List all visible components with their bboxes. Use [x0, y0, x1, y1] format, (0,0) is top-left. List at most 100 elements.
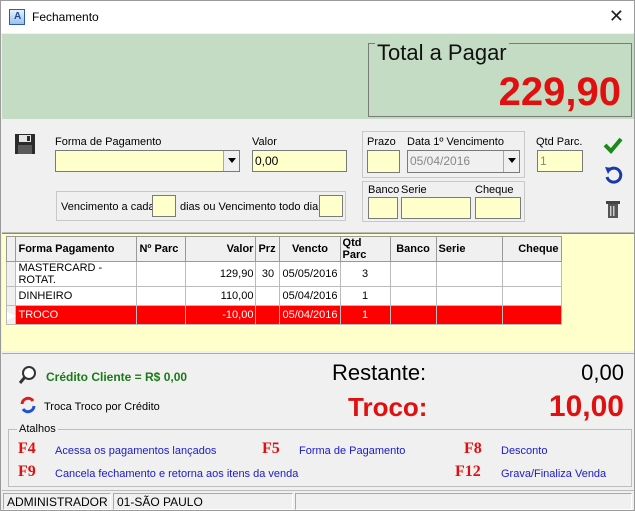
banco-label: Banco [368, 184, 400, 196]
cell-serie [435, 286, 503, 306]
cell-banco [389, 305, 437, 325]
undo-icon[interactable] [603, 165, 623, 185]
shortcut-key-f12: F12 [455, 463, 481, 480]
valor-label: Valor [252, 136, 277, 148]
check-icon[interactable] [603, 136, 623, 154]
chevron-down-icon[interactable] [223, 151, 239, 171]
shortcut-key-f8: F8 [464, 440, 482, 457]
status-bar: ADMINISTRADOR 01-SÃO PAULO [2, 490, 634, 510]
payments-table: Forma Pagamento Nº Parc Valor Prz Vencto… [5, 236, 562, 325]
shortcut-desc-f4[interactable]: Acessa os pagamentos lançados [55, 445, 216, 457]
forma-pagamento-select[interactable] [55, 150, 240, 172]
data-label: Data 1º Vencimento [407, 136, 504, 148]
cell-vencto: 05/04/2016 [279, 286, 341, 306]
cheque-label: Cheque [475, 184, 514, 196]
credito-cliente-link[interactable]: Crédito Cliente = R$ 0,00 [46, 370, 187, 384]
status-empty [295, 493, 632, 510]
chevron-down-icon [503, 151, 519, 172]
cell-forma: TROCO [15, 305, 138, 325]
valor-input[interactable]: 0,00 [252, 150, 347, 172]
shortcut-desc-f8[interactable]: Desconto [501, 445, 547, 457]
cell-vencto: 05/05/2016 [279, 261, 341, 287]
total-panel: Total a Pagar 229,90 [2, 34, 634, 119]
cheque-input[interactable] [475, 197, 521, 219]
shortcut-key-f5: F5 [262, 440, 280, 457]
cell-valor: -10,00 [185, 305, 257, 325]
cell-prz: 30 [255, 261, 281, 287]
vencimento-frame: Vencimento a cada dias ou Vencimento tod… [56, 191, 346, 221]
total-value: 229,90 [498, 70, 621, 114]
shortcut-desc-f12[interactable]: Grava/Finaliza Venda [501, 468, 606, 480]
troco-value: 10,00 [548, 390, 624, 423]
atalhos-group: Atalhos F4 Acessa os pagamentos lançados… [8, 423, 632, 487]
col-banco[interactable]: Banco [389, 236, 437, 262]
col-serie[interactable]: Serie [435, 236, 503, 262]
serie-input[interactable] [401, 197, 471, 219]
shortcut-desc-f9[interactable]: Cancela fechamento e retorna aos itens d… [55, 468, 298, 480]
cell-nparc [136, 286, 187, 306]
cell-serie [435, 305, 503, 325]
qtd-parc-input: 1 [537, 150, 583, 172]
cell-forma: MASTERCARD - ROTAT. [15, 261, 138, 287]
cell-cheque [501, 286, 562, 306]
window-title: Fechamento [32, 10, 99, 24]
vencimento-dia-input[interactable] [319, 195, 343, 217]
window: Fechamento ✕ Total a Pagar 229,90 Forma … [0, 0, 635, 511]
col-prz[interactable]: Prz [255, 236, 281, 262]
status-store: 01-SÃO PAULO [113, 493, 293, 510]
data-vencimento-input: 05/04/2016 [407, 150, 520, 173]
title-bar: Fechamento ✕ [1, 1, 634, 33]
app-icon [9, 9, 25, 25]
cell-cheque [501, 305, 562, 325]
vencimento-cada-input[interactable] [152, 195, 176, 217]
col-cheque[interactable]: Cheque [501, 236, 562, 262]
cell-nparc [136, 261, 187, 287]
atalhos-title: Atalhos [17, 423, 58, 435]
prazo-input[interactable] [367, 150, 400, 173]
table-row-selected[interactable]: ▶ TROCO -10,00 05/04/2016 1 [5, 305, 562, 325]
trash-icon[interactable] [605, 199, 621, 219]
col-forma[interactable]: Forma Pagamento [15, 236, 138, 262]
col-nparc[interactable]: Nº Parc [136, 236, 187, 262]
close-icon[interactable]: ✕ [609, 6, 624, 26]
col-vencto[interactable]: Vencto [279, 236, 341, 262]
cell-cheque [501, 261, 562, 287]
search-user-icon[interactable] [18, 365, 38, 385]
row-pointer-icon: ▶ [5, 305, 17, 325]
payments-grid[interactable]: Forma Pagamento Nº Parc Valor Prz Vencto… [2, 233, 634, 351]
col-qtdparc[interactable]: Qtd Parc [339, 236, 391, 262]
status-user: ADMINISTRADOR [3, 493, 111, 510]
prazo-label: Prazo [367, 136, 396, 148]
table-row[interactable]: MASTERCARD - ROTAT. 129,90 30 05/05/2016… [5, 261, 562, 287]
cell-qtdparc: 1 [339, 305, 391, 325]
restante-label: Restante: [332, 360, 427, 385]
cell-prz [255, 286, 281, 306]
cell-banco [389, 286, 437, 306]
banco-input[interactable] [368, 197, 398, 219]
shortcut-key-f4: F4 [18, 440, 36, 457]
total-label: Total a Pagar [375, 40, 509, 66]
cell-vencto: 05/04/2016 [279, 305, 341, 325]
troca-troco-link[interactable]: Troca Troco por Crédito [44, 401, 160, 413]
cell-qtdparc: 1 [339, 286, 391, 306]
cell-serie [435, 261, 503, 287]
refresh-icon[interactable] [18, 395, 38, 415]
cell-forma: DINHEIRO [15, 286, 138, 306]
table-row[interactable]: DINHEIRO 110,00 05/04/2016 1 [5, 286, 562, 306]
troco-label: Troco: [348, 392, 428, 422]
forma-label: Forma de Pagamento [55, 136, 162, 148]
table-header: Forma Pagamento Nº Parc Valor Prz Vencto… [5, 236, 562, 262]
save-icon[interactable] [14, 133, 36, 155]
serie-label: Serie [401, 184, 427, 196]
cell-valor: 110,00 [185, 286, 257, 306]
cell-nparc [136, 305, 187, 325]
cell-prz [255, 305, 281, 325]
shortcut-desc-f5[interactable]: Forma de Pagamento [299, 445, 405, 457]
total-box: Total a Pagar 229,90 [368, 40, 632, 117]
cell-valor: 129,90 [185, 261, 257, 287]
row-indicator-header [5, 236, 17, 262]
cell-banco [389, 261, 437, 287]
prazo-frame: Prazo Data 1º Vencimento 05/04/2016 [362, 131, 525, 178]
col-valor[interactable]: Valor [185, 236, 257, 262]
restante-value: 0,00 [581, 360, 624, 385]
